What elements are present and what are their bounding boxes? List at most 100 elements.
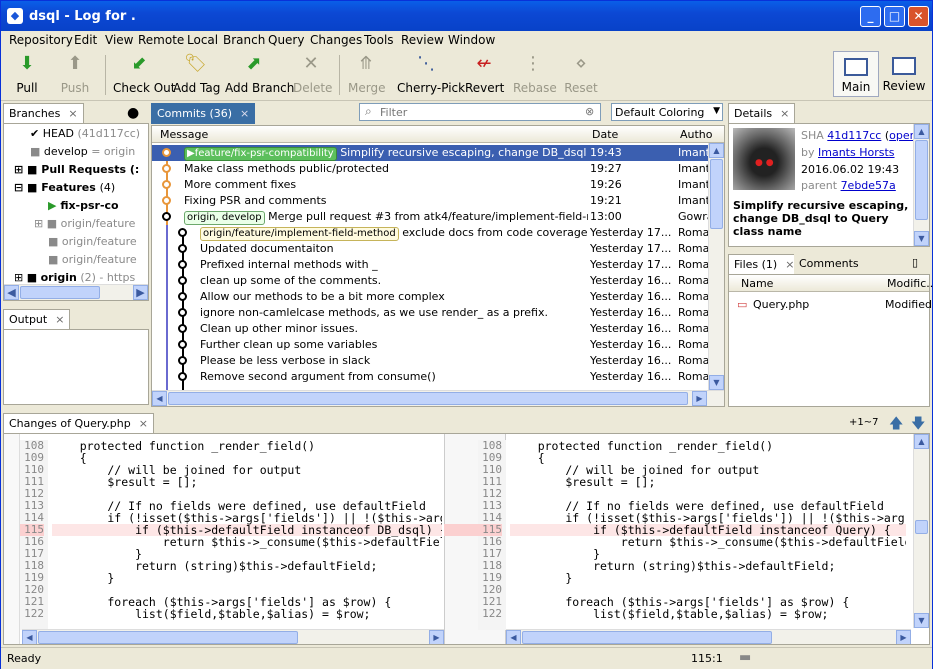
branch-fix-psr[interactable]: ▶ fix-psr-co bbox=[48, 199, 119, 212]
commit-row[interactable]: Fixing PSR and comments 19:21 Imant bbox=[152, 193, 710, 209]
branches-hscroll[interactable]: ◀ ▶ bbox=[4, 284, 148, 300]
reset-button[interactable]: ⋄ Reset bbox=[563, 53, 599, 95]
code-line[interactable]: } bbox=[52, 572, 442, 584]
tab-commits[interactable]: Commits (36) × bbox=[151, 103, 256, 124]
tab-files[interactable]: Files (1) × bbox=[728, 254, 801, 275]
file-icon[interactable]: ▯ bbox=[912, 256, 918, 269]
menu-review[interactable]: Review bbox=[401, 33, 444, 47]
commit-author: Imant bbox=[678, 178, 710, 191]
revert-button[interactable]: ↚ Revert bbox=[465, 53, 504, 95]
push-button[interactable]: ⬆ Push bbox=[59, 53, 91, 95]
minimize-button[interactable]: _ bbox=[860, 6, 881, 27]
coloring-select[interactable]: Default Coloring ▼ bbox=[611, 103, 723, 121]
add-tag-button[interactable]: 🏷 Add Tag bbox=[173, 53, 220, 95]
menu-local[interactable]: Local bbox=[187, 33, 218, 47]
branch-origin-feature-1[interactable]: ⊞ ■ origin/feature bbox=[34, 217, 135, 230]
tab-branches[interactable]: Branches × bbox=[3, 103, 84, 124]
menu-query[interactable]: Query bbox=[268, 33, 304, 47]
commit-row[interactable]: Remove second argument from consume() Yes… bbox=[152, 369, 714, 385]
close-button[interactable]: ✕ bbox=[908, 6, 929, 27]
commits-hscroll[interactable]: ◀ ▶ bbox=[152, 390, 724, 406]
menu-branch[interactable]: Branch bbox=[223, 33, 265, 47]
commit-row[interactable]: Please be less verbose in slack Yesterday… bbox=[152, 353, 714, 369]
commit-row[interactable]: Updated documentaiton Yesterday 17... Roma… bbox=[152, 241, 714, 257]
main-window: ◆ dsql - Log for . _ □ ✕ Repository Edit… bbox=[0, 0, 933, 669]
branch-develop[interactable]: ■ develop = origin bbox=[30, 145, 135, 158]
code-line[interactable]: $result = []; bbox=[52, 476, 442, 488]
commit-row[interactable]: Prefixed internal methods with _ Yesterda… bbox=[152, 257, 714, 273]
file-row[interactable]: ▭ Query.php Modified bbox=[729, 297, 932, 313]
pull-requests-group[interactable]: ⊞ ■ Pull Requests (: bbox=[14, 163, 139, 176]
diff-vscroll[interactable]: ▲ ▼ bbox=[913, 434, 929, 628]
title-bar[interactable]: ◆ dsql - Log for . _ □ ✕ bbox=[1, 1, 932, 31]
close-tab-icon[interactable]: × bbox=[780, 107, 789, 120]
tab-output[interactable]: Output × bbox=[3, 309, 71, 330]
diff-right-hscroll[interactable]: ◀ ▶ bbox=[506, 629, 911, 644]
cherry-pick-button[interactable]: ⋱ Cherry-Pick bbox=[397, 53, 465, 95]
menu-tools[interactable]: Tools bbox=[364, 33, 394, 47]
tab-comments[interactable]: Comments bbox=[794, 254, 864, 275]
menu-window[interactable]: Window bbox=[448, 33, 495, 47]
col-message[interactable]: Message bbox=[160, 128, 208, 141]
commit-row[interactable]: Allow our methods to be a bit more compl… bbox=[152, 289, 714, 305]
code-line[interactable]: $result = []; bbox=[510, 476, 906, 488]
checkout-button[interactable]: ⬋ Check Out bbox=[113, 53, 175, 95]
menu-view[interactable]: View bbox=[105, 33, 133, 47]
clear-filter-icon[interactable]: ⊗ bbox=[585, 105, 594, 118]
commits-vscroll[interactable]: ▲ ▼ bbox=[708, 143, 724, 390]
ref-tag: ▶feature/fix-psr-compatibility bbox=[184, 147, 337, 161]
add-branch-button[interactable]: ⬈ Add Branch bbox=[225, 53, 294, 95]
graph-node-icon bbox=[162, 164, 171, 173]
col-author[interactable]: Autho bbox=[680, 128, 713, 141]
col-name[interactable]: Name bbox=[741, 277, 773, 290]
menu-edit[interactable]: Edit bbox=[74, 33, 97, 47]
commit-row[interactable]: More comment fixes 19:26 Imant bbox=[152, 177, 710, 193]
features-group[interactable]: ⊟ ■ Features (4) bbox=[14, 181, 115, 194]
remote-origin[interactable]: ⊞ ■ origin (2) - https bbox=[14, 271, 135, 284]
commit-row[interactable]: Make class methods public/protected 19:27… bbox=[152, 161, 710, 177]
code-line[interactable]: list($field,$table,$alias) = $row; bbox=[52, 608, 442, 620]
branch-origin-feature-2[interactable]: ■ origin/feature bbox=[48, 235, 137, 248]
tab-details[interactable]: Details × bbox=[728, 103, 796, 124]
menu-repository[interactable]: Repository bbox=[9, 33, 73, 47]
comment-icon[interactable]: ▬ bbox=[739, 650, 751, 665]
delete-button[interactable]: ✕ Delete bbox=[293, 53, 332, 95]
rebase-button[interactable]: ⋮ Rebase bbox=[513, 53, 557, 95]
diff-left-hscroll[interactable]: ◀ ▶ bbox=[22, 629, 444, 644]
menu-remote[interactable]: Remote bbox=[138, 33, 184, 47]
review-view-button[interactable]: Review bbox=[881, 51, 927, 97]
commit-row[interactable]: ▶feature/fix-psr-compatibility Simplify … bbox=[152, 145, 710, 161]
app-icon: ◆ bbox=[7, 8, 23, 24]
filter-input[interactable] bbox=[359, 103, 601, 121]
branch-origin-feature-3[interactable]: ■ origin/feature bbox=[48, 253, 137, 266]
details-vscroll[interactable]: ▲ ▼ bbox=[913, 124, 929, 246]
close-tab-icon[interactable]: × bbox=[55, 313, 64, 326]
menu-changes[interactable]: Changes bbox=[310, 33, 362, 47]
commit-row[interactable]: Clean up other minor issues. Yesterday 16… bbox=[152, 321, 714, 337]
code-line[interactable]: protected function _render_field() bbox=[510, 440, 906, 452]
code-line[interactable]: } bbox=[510, 572, 906, 584]
parent-link[interactable]: 7ebde57a bbox=[841, 179, 896, 192]
tab-changes[interactable]: Changes of Query.php × bbox=[3, 413, 154, 434]
close-tab-icon[interactable]: × bbox=[139, 417, 148, 430]
col-date[interactable]: Date bbox=[592, 128, 618, 141]
code-line[interactable]: protected function _render_field() bbox=[52, 440, 442, 452]
main-view-button[interactable]: Main bbox=[833, 51, 879, 97]
branch-head[interactable]: ✔ HEAD (41d117cc) bbox=[30, 127, 140, 140]
pull-button[interactable]: ⬇ Pull bbox=[13, 53, 41, 95]
col-modified[interactable]: Modific... bbox=[887, 277, 933, 290]
toolbar: ⬇ Pull ⬆ Push ⬋ Check Out 🏷 Add Tag ⬈ Add Bra… bbox=[1, 49, 932, 101]
sha-link[interactable]: 41d117cc bbox=[827, 129, 881, 142]
commit-row[interactable]: origin, develop Merge pull request #3 fr… bbox=[152, 209, 714, 225]
github-icon[interactable]: ● bbox=[127, 105, 139, 121]
maximize-button[interactable]: □ bbox=[884, 6, 905, 27]
commit-row[interactable]: ignore non-camlelcase methods, as we use… bbox=[152, 305, 714, 321]
commit-row[interactable]: origin/feature/implement-field-method ex… bbox=[152, 225, 714, 241]
close-tab-icon[interactable]: × bbox=[240, 107, 249, 120]
commit-row[interactable]: Further clean up some variables Yesterday… bbox=[152, 337, 714, 353]
close-tab-icon[interactable]: × bbox=[68, 107, 77, 120]
code-line[interactable]: list($field,$table,$alias) = $row; bbox=[510, 608, 906, 620]
author-link[interactable]: Imants Horsts bbox=[818, 146, 895, 159]
commit-row[interactable]: clean up some of the comments. Yesterday … bbox=[152, 273, 714, 289]
merge-button[interactable]: ⤊ Merge bbox=[348, 53, 385, 95]
